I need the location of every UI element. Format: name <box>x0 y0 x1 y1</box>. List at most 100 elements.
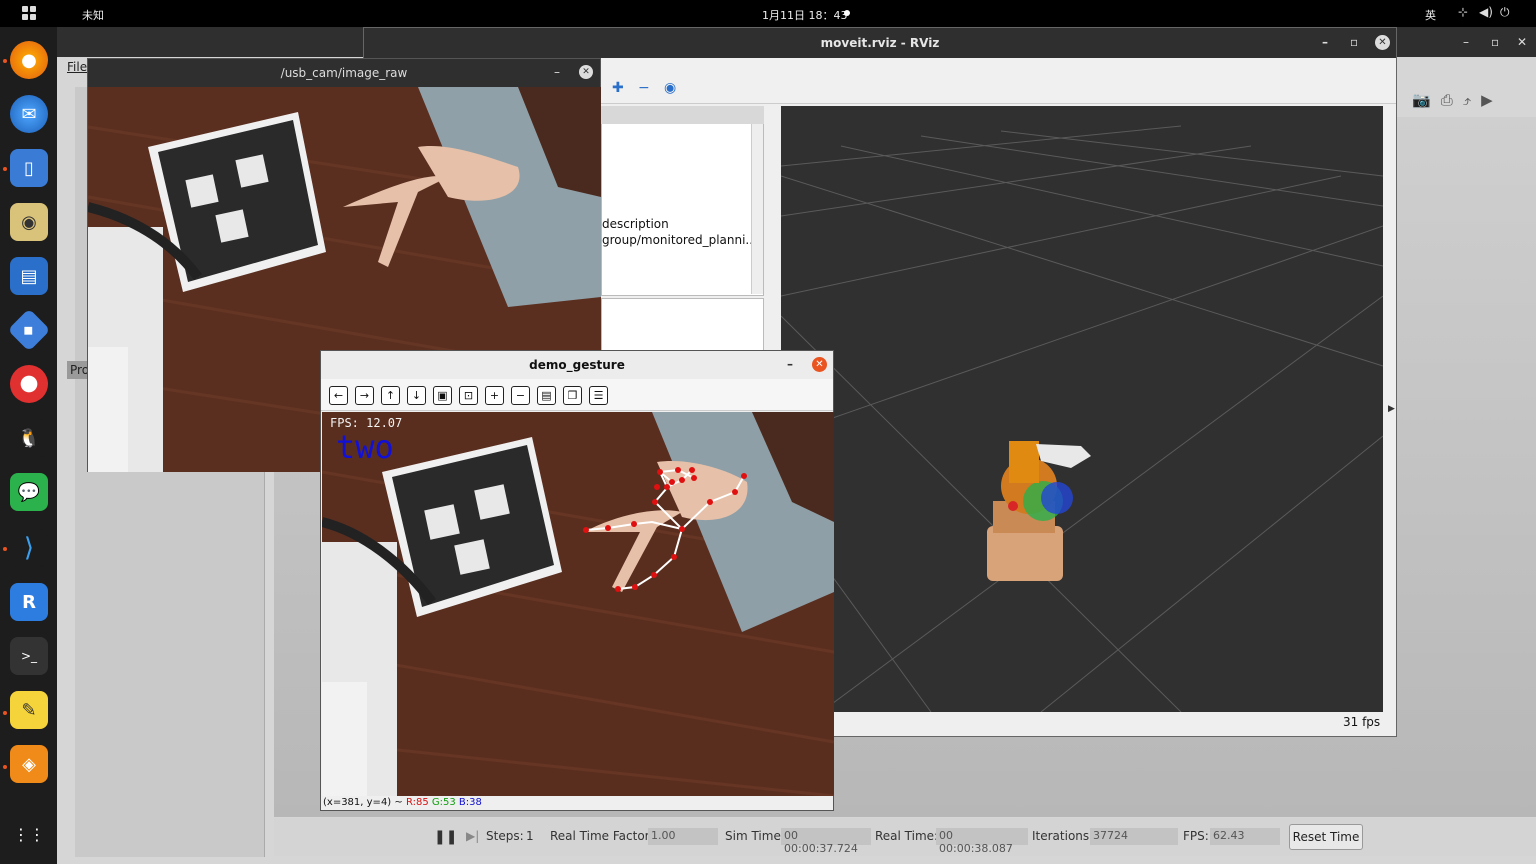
help-icon[interactable] <box>10 365 48 403</box>
plus-icon[interactable]: ✚ <box>612 80 624 96</box>
panel-header <box>601 106 764 124</box>
zoom-in-icon[interactable]: + <box>485 386 504 405</box>
software-icon[interactable]: ◆ <box>7 308 51 352</box>
sim-time-field: 00 00:00:37.724 <box>781 828 871 855</box>
writer-icon[interactable]: ▤ <box>10 257 48 295</box>
maximize-icon[interactable]: ▫ <box>1350 35 1358 49</box>
qq-icon[interactable]: 🐧 <box>10 419 48 457</box>
rtf-field: 1.00 <box>648 828 718 845</box>
status-r: R:85 <box>405 797 429 808</box>
pan-down-icon[interactable]: ↓ <box>407 386 426 405</box>
top-bar: 未知 1月11日 18：43 英 ⊹ ◀) ⏻ <box>0 0 1536 27</box>
log-icon[interactable]: ⎙ <box>1441 91 1463 109</box>
thunderbird-icon[interactable]: ✉ <box>10 95 48 133</box>
pan-left-icon[interactable]: ← <box>329 386 348 405</box>
minimize-icon[interactable]: – <box>1463 35 1469 49</box>
activities-icon[interactable] <box>22 6 36 20</box>
close-icon[interactable]: ✕ <box>1375 35 1390 50</box>
copy-icon[interactable]: ❐ <box>563 386 582 405</box>
zoom-fit-icon[interactable]: ▣ <box>433 386 452 405</box>
minimize-icon[interactable]: – <box>787 357 793 371</box>
save-icon[interactable]: ▤ <box>537 386 556 405</box>
running-indicator <box>3 547 7 551</box>
gazebo-toolbar: 📷⎙⤴▶ <box>1412 91 1503 109</box>
network-icon[interactable]: ⊹ <box>1458 5 1468 19</box>
input-method[interactable]: 英 <box>1425 7 1436 23</box>
pan-right-icon[interactable]: → <box>355 386 374 405</box>
real-time-label: Real Time: <box>875 829 939 843</box>
iterations-field: 37724 <box>1090 828 1178 845</box>
rhythmbox-icon[interactable]: ◉ <box>10 203 48 241</box>
status-g: G:53 <box>431 797 456 808</box>
vscode-icon[interactable]: ⟩ <box>10 529 48 567</box>
robot-model <box>987 441 1091 581</box>
volume-icon[interactable]: ◀) <box>1479 5 1493 19</box>
firefox-icon[interactable]: ● <box>10 41 48 79</box>
minimize-icon[interactable]: – <box>554 65 560 79</box>
power-icon[interactable]: ⏻ <box>1500 5 1510 20</box>
minus-icon[interactable]: − <box>638 80 650 96</box>
close-icon[interactable]: ✕ <box>579 65 593 79</box>
fps-label: FPS: <box>1183 829 1209 843</box>
minimize-icon[interactable]: – <box>1322 35 1328 49</box>
demo-gesture-titlebar: demo_gesture – ✕ <box>321 351 833 379</box>
running-indicator <box>3 765 7 769</box>
pixel-status: (x=381, y=4) ~ R:85 G:53 B:38 <box>323 797 482 808</box>
notification-dot-icon <box>844 10 850 16</box>
camera-icon[interactable]: 📷 <box>1412 91 1441 109</box>
zoom-out-icon[interactable]: − <box>511 386 530 405</box>
topbar-left-text[interactable]: 未知 <box>82 7 104 23</box>
panel-line-group[interactable]: group/monitored_planni... <box>602 233 757 247</box>
running-indicator <box>3 167 7 171</box>
real-time-field: 00 00:00:38.087 <box>936 828 1028 855</box>
menu-file[interactable]: File <box>67 60 87 74</box>
fps-field: 62.43 <box>1210 828 1280 845</box>
displays-panel: description group/monitored_planni... <box>601 106 764 296</box>
clock[interactable]: 1月11日 18：43 <box>762 7 848 23</box>
rviz-fps: 31 fps <box>1343 715 1381 729</box>
running-indicator <box>3 59 7 63</box>
show-apps-icon[interactable]: ⋮⋮ <box>10 815 48 853</box>
steps-value[interactable]: 1 <box>526 829 534 843</box>
reset-time-button[interactable]: Reset Time <box>1289 824 1363 850</box>
usb-cam-titlebar: /usb_cam/image_raw – ✕ <box>88 59 600 87</box>
close-icon[interactable]: ✕ <box>1517 35 1527 49</box>
realvnc-icon[interactable]: R <box>10 583 48 621</box>
pan-up-icon[interactable]: ↑ <box>381 386 400 405</box>
close-icon[interactable]: ✕ <box>812 357 827 372</box>
video-icon[interactable]: ▶ <box>1481 91 1503 109</box>
rviz-title: moveit.rviz - RViz <box>820 36 940 50</box>
properties-icon[interactable]: ☰ <box>589 386 608 405</box>
panel-line-description[interactable]: description <box>602 217 669 231</box>
rviz-titlebar: moveit.rviz - RViz – ▫ ✕ <box>364 28 1396 58</box>
iterations-label: Iterations: <box>1032 829 1094 843</box>
overlay-gesture-label: two <box>336 428 394 466</box>
status-position: (x=381, y=4) ~ <box>323 797 403 808</box>
collapse-arrow-icon[interactable]: ▶ <box>1388 404 1395 414</box>
usb-cam-title: /usb_cam/image_raw <box>280 66 408 80</box>
pause-icon[interactable]: ❚❚ <box>434 829 457 845</box>
gazebo-icon[interactable]: ◈ <box>10 745 48 783</box>
grid-and-robot <box>780 125 1384 713</box>
sim-time-label: Sim Time: <box>725 829 785 843</box>
wechat-icon[interactable]: 💬 <box>10 473 48 511</box>
maximize-icon[interactable]: ▫ <box>1491 35 1499 49</box>
running-indicator <box>3 711 7 715</box>
status-b: B:38 <box>458 797 482 808</box>
scrollbar[interactable] <box>751 124 763 294</box>
gazebo-bottom-bar: ❚❚ ▶| Steps: 1 Real Time Factor: 1.00 Si… <box>274 818 1536 856</box>
steps-label: Steps: <box>486 829 524 843</box>
step-icon[interactable]: ▶| <box>466 829 479 843</box>
gesture-image: FPS: 12.07 two <box>322 412 834 796</box>
eye-icon[interactable]: ◉ <box>664 80 676 96</box>
text-editor-icon[interactable]: ✎ <box>10 691 48 729</box>
rviz-3d-view[interactable] <box>780 106 1384 713</box>
files-icon[interactable]: ▯ <box>10 149 48 187</box>
terminal-icon[interactable]: >_ <box>10 637 48 675</box>
demo-gesture-window: demo_gesture – ✕ ← → ↑ ↓ ▣ ⊡ + − ▤ ❐ ☰ F… <box>320 350 834 811</box>
rtf-label: Real Time Factor: <box>550 829 654 843</box>
dock: ● ✉ ▯ ◉ ▤ ◆ 🐧 💬 ⟩ R >_ ✎ ◈ ⋮⋮ <box>0 27 57 864</box>
plot-icon[interactable]: ⤴ <box>1463 91 1481 109</box>
demo-gesture-title: demo_gesture <box>529 358 625 372</box>
zoom-original-icon[interactable]: ⊡ <box>459 386 478 405</box>
